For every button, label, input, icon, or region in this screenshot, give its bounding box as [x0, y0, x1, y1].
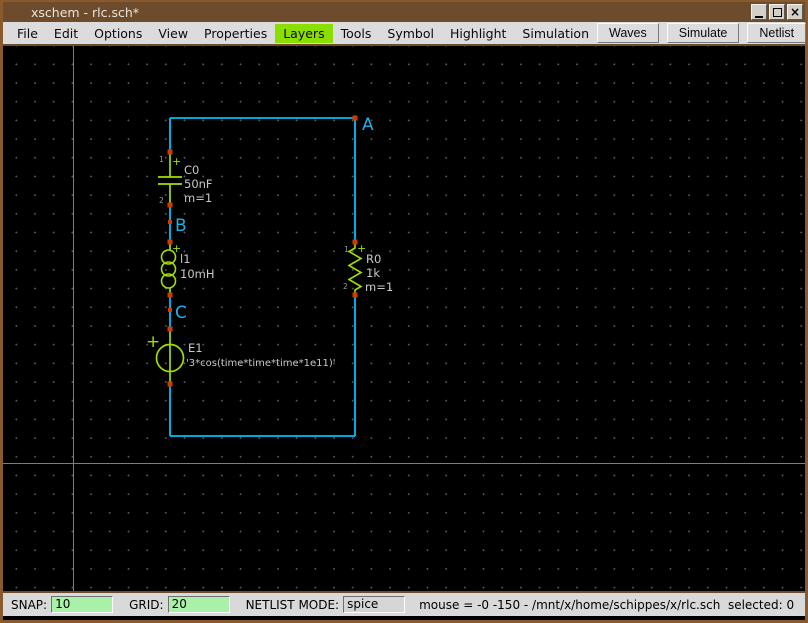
inductor-ref: l1 — [180, 252, 191, 266]
pin[interactable] — [167, 381, 173, 387]
capacitor-ref: C0 — [184, 163, 199, 177]
menu-symbol[interactable]: Symbol — [379, 24, 442, 43]
pin[interactable] — [167, 202, 173, 208]
pin-number: 1 — [344, 245, 349, 254]
netlist-mode-label: NETLIST MODE: — [245, 597, 340, 612]
resistor-value: 1k — [366, 266, 380, 280]
minimize-icon — [755, 15, 763, 18]
label-pin[interactable] — [168, 308, 172, 312]
menu-view[interactable]: View — [150, 24, 196, 43]
menu-options[interactable]: Options — [86, 24, 150, 43]
label-pin[interactable] — [352, 115, 358, 121]
capacitor-mult: m=1 — [184, 191, 212, 205]
window-title: xschem - rlc.sch* — [31, 4, 140, 20]
inductor-symbol[interactable]: + l1 10mH — [160, 242, 215, 295]
menu-tools[interactable]: Tools — [333, 24, 380, 43]
resistor-symbol[interactable]: + 1 2 R0 1k m=1 — [343, 242, 393, 295]
close-icon: × — [789, 5, 801, 19]
resistor-mult: m=1 — [365, 280, 393, 294]
source-ref: E1 — [188, 341, 203, 355]
title-bar[interactable]: xschem - rlc.sch* × — [3, 2, 805, 22]
polarity-plus-icon: + — [172, 155, 181, 168]
schematic-canvas[interactable]: + 1 2 C0 50nF m=1 + l1 10mH + 1 2 R0 1k … — [3, 44, 805, 593]
waves-button[interactable]: Waves — [597, 23, 659, 43]
resistor-ref: R0 — [366, 252, 381, 266]
minimize-button[interactable] — [751, 4, 767, 20]
capacitor-value: 50nF — [184, 177, 213, 191]
simulate-button[interactable]: Simulate — [666, 23, 740, 43]
node-labels: A B C — [175, 115, 374, 323]
maximize-icon — [772, 7, 782, 17]
mouse-status-text: mouse = -0 -150 - /mnt/x/home/schippes/x… — [419, 597, 795, 612]
grid-input[interactable]: 20 — [167, 596, 230, 613]
menu-properties[interactable]: Properties — [196, 24, 275, 43]
pin-number: 1 — [159, 155, 164, 164]
xschem-window: xschem - rlc.sch* × File Edit Options Vi… — [0, 0, 808, 623]
menu-simulation[interactable]: Simulation — [514, 24, 597, 43]
grid-label: GRID: — [129, 597, 164, 612]
pin[interactable] — [352, 239, 358, 245]
polarity-plus-icon: + — [146, 332, 160, 352]
netlist-mode-input[interactable]: spice — [343, 596, 406, 613]
menu-bar: File Edit Options View Properties Layers… — [3, 22, 808, 44]
netlist-button[interactable]: Netlist — [747, 23, 807, 43]
menu-highlight[interactable]: Highlight — [442, 24, 514, 43]
node-label-c[interactable]: C — [175, 303, 187, 323]
maximize-button[interactable] — [769, 4, 785, 20]
capacitor-symbol[interactable]: + 1 2 C0 50nF m=1 — [158, 152, 213, 205]
pin[interactable] — [167, 149, 173, 155]
source-expression: '3*cos(time*time*time*1e11)' — [186, 358, 336, 369]
voltage-source-symbol[interactable]: + E1 '3*cos(time*time*time*1e11)' — [146, 329, 336, 384]
node-label-a[interactable]: A — [362, 115, 374, 135]
status-bar: SNAP: 10 GRID: 20 NETLIST MODE: spice mo… — [3, 593, 805, 616]
circuit-drawing: + 1 2 C0 50nF m=1 + l1 10mH + 1 2 R0 1k … — [146, 115, 393, 437]
menu-toolbar: Waves Simulate Netlist Help — [597, 23, 808, 43]
menu-layers[interactable]: Layers — [275, 23, 333, 43]
pin-number: 2 — [343, 282, 348, 291]
close-button[interactable]: × — [787, 4, 803, 20]
inductor-value: 10mH — [180, 267, 214, 281]
pin[interactable] — [167, 326, 173, 332]
pin[interactable] — [167, 292, 173, 298]
pin[interactable] — [167, 239, 173, 245]
menu-file[interactable]: File — [9, 24, 46, 43]
polarity-plus-icon: + — [357, 242, 366, 255]
pin-number: 2 — [159, 196, 164, 205]
menu-edit[interactable]: Edit — [46, 24, 86, 43]
snap-input[interactable]: 10 — [51, 596, 114, 613]
node-label-b[interactable]: B — [175, 216, 187, 236]
window-controls: × — [751, 4, 803, 20]
label-pin[interactable] — [168, 220, 172, 224]
pin[interactable] — [352, 292, 358, 298]
snap-label: SNAP: — [11, 597, 48, 612]
